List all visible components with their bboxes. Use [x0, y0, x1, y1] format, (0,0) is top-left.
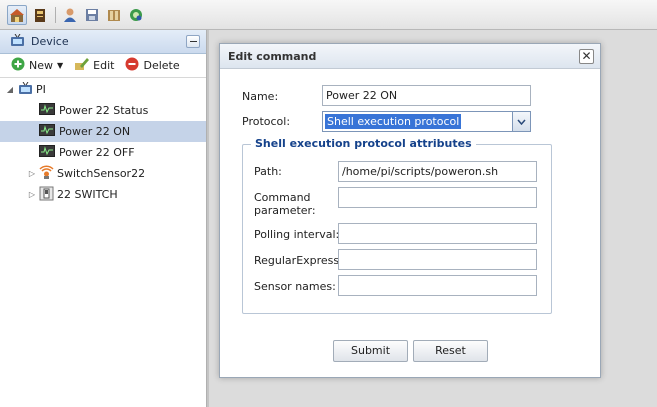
device-panel: Device New ▼ Edit Delete ◢ PI Power 22 S…	[0, 30, 207, 407]
new-button[interactable]: New ▼	[11, 57, 63, 74]
save-icon[interactable]	[82, 5, 102, 25]
submit-button[interactable]: Submit	[333, 340, 408, 362]
minus-icon	[189, 41, 197, 42]
tree-node-label: Power 22 OFF	[59, 146, 135, 159]
tree-node-label: Power 22 Status	[59, 104, 149, 117]
tree-node-22-switch[interactable]: ▷ 22 SWITCH	[0, 184, 206, 205]
panel-splitter[interactable]	[207, 30, 209, 407]
edit-label: Edit	[93, 59, 115, 72]
protocol-select[interactable]: Shell execution protocol	[322, 111, 531, 132]
fieldset-legend: Shell execution protocol attributes	[251, 137, 476, 150]
tree-node-power-22-off[interactable]: Power 22 OFF	[0, 142, 206, 163]
collapsed-arrow-icon[interactable]: ▷	[27, 190, 37, 199]
tree-node-label: SwitchSensor22	[57, 167, 146, 180]
name-field[interactable]: Power 22 ON	[322, 85, 531, 106]
collapsed-arrow-icon[interactable]: ▷	[27, 169, 37, 178]
tree-node-switchsensor22[interactable]: ▷ SwitchSensor22	[0, 163, 206, 184]
sensor-icon	[39, 164, 54, 183]
device-icon	[18, 81, 33, 98]
polling-interval-field[interactable]	[338, 223, 537, 244]
command-icon	[39, 145, 55, 160]
dialog-header: Edit command ✕	[220, 44, 600, 69]
edit-icon	[74, 57, 90, 74]
dialog-title: Edit command	[228, 49, 317, 63]
tree-node-pi[interactable]: ◢ PI	[0, 79, 206, 100]
command-parameter-label-line2: parameter:	[254, 204, 316, 217]
user-icon[interactable]	[60, 5, 80, 25]
path-field[interactable]: /home/pi/scripts/poweron.sh	[338, 161, 537, 182]
network-icon[interactable]	[126, 5, 146, 25]
chevron-down-icon[interactable]	[512, 112, 530, 131]
tree-node-label: 22 SWITCH	[57, 188, 118, 201]
edit-button[interactable]: Edit	[74, 57, 114, 74]
main-toolbar	[0, 0, 657, 30]
device-panel-header: Device	[0, 30, 206, 54]
polling-interval-label: Polling interval:	[254, 228, 340, 241]
plus-circle-icon	[11, 57, 25, 74]
sensor-names-field[interactable]	[338, 275, 537, 296]
regular-expression-field[interactable]	[338, 249, 537, 270]
command-parameter-field[interactable]	[338, 187, 537, 208]
dropdown-arrow-icon: ▼	[57, 61, 64, 70]
reset-button[interactable]: Reset	[413, 340, 488, 362]
switch-icon	[39, 186, 54, 204]
minus-circle-icon	[125, 57, 139, 74]
tree-node-power-22-on[interactable]: Power 22 ON	[0, 121, 206, 142]
command-icon	[39, 124, 55, 139]
command-parameter-label-line1: Command	[254, 191, 311, 204]
device-actions: New ▼ Edit Delete	[0, 54, 206, 78]
home-icon[interactable]	[7, 5, 27, 25]
protocol-label: Protocol:	[242, 115, 291, 128]
protocol-selected-value: Shell execution protocol	[325, 114, 462, 129]
path-label: Path:	[254, 165, 282, 178]
tree-node-label: PI	[36, 83, 46, 96]
delete-button[interactable]: Delete	[125, 57, 180, 74]
device-panel-title: Device	[31, 35, 69, 48]
tree-node-label: Power 22 ON	[59, 125, 131, 138]
sensor-names-label: Sensor names:	[254, 280, 336, 293]
name-label: Name:	[242, 90, 279, 103]
command-icon	[39, 103, 55, 118]
book-icon[interactable]	[30, 5, 50, 25]
new-label: New	[29, 59, 53, 72]
close-icon[interactable]: ✕	[579, 49, 594, 64]
folder-icon[interactable]	[104, 5, 124, 25]
tv-icon	[10, 33, 25, 50]
expand-arrow-icon[interactable]: ◢	[5, 85, 15, 94]
collapse-button[interactable]	[186, 35, 200, 48]
tree-node-power-22-status[interactable]: Power 22 Status	[0, 100, 206, 121]
delete-label: Delete	[143, 59, 180, 72]
